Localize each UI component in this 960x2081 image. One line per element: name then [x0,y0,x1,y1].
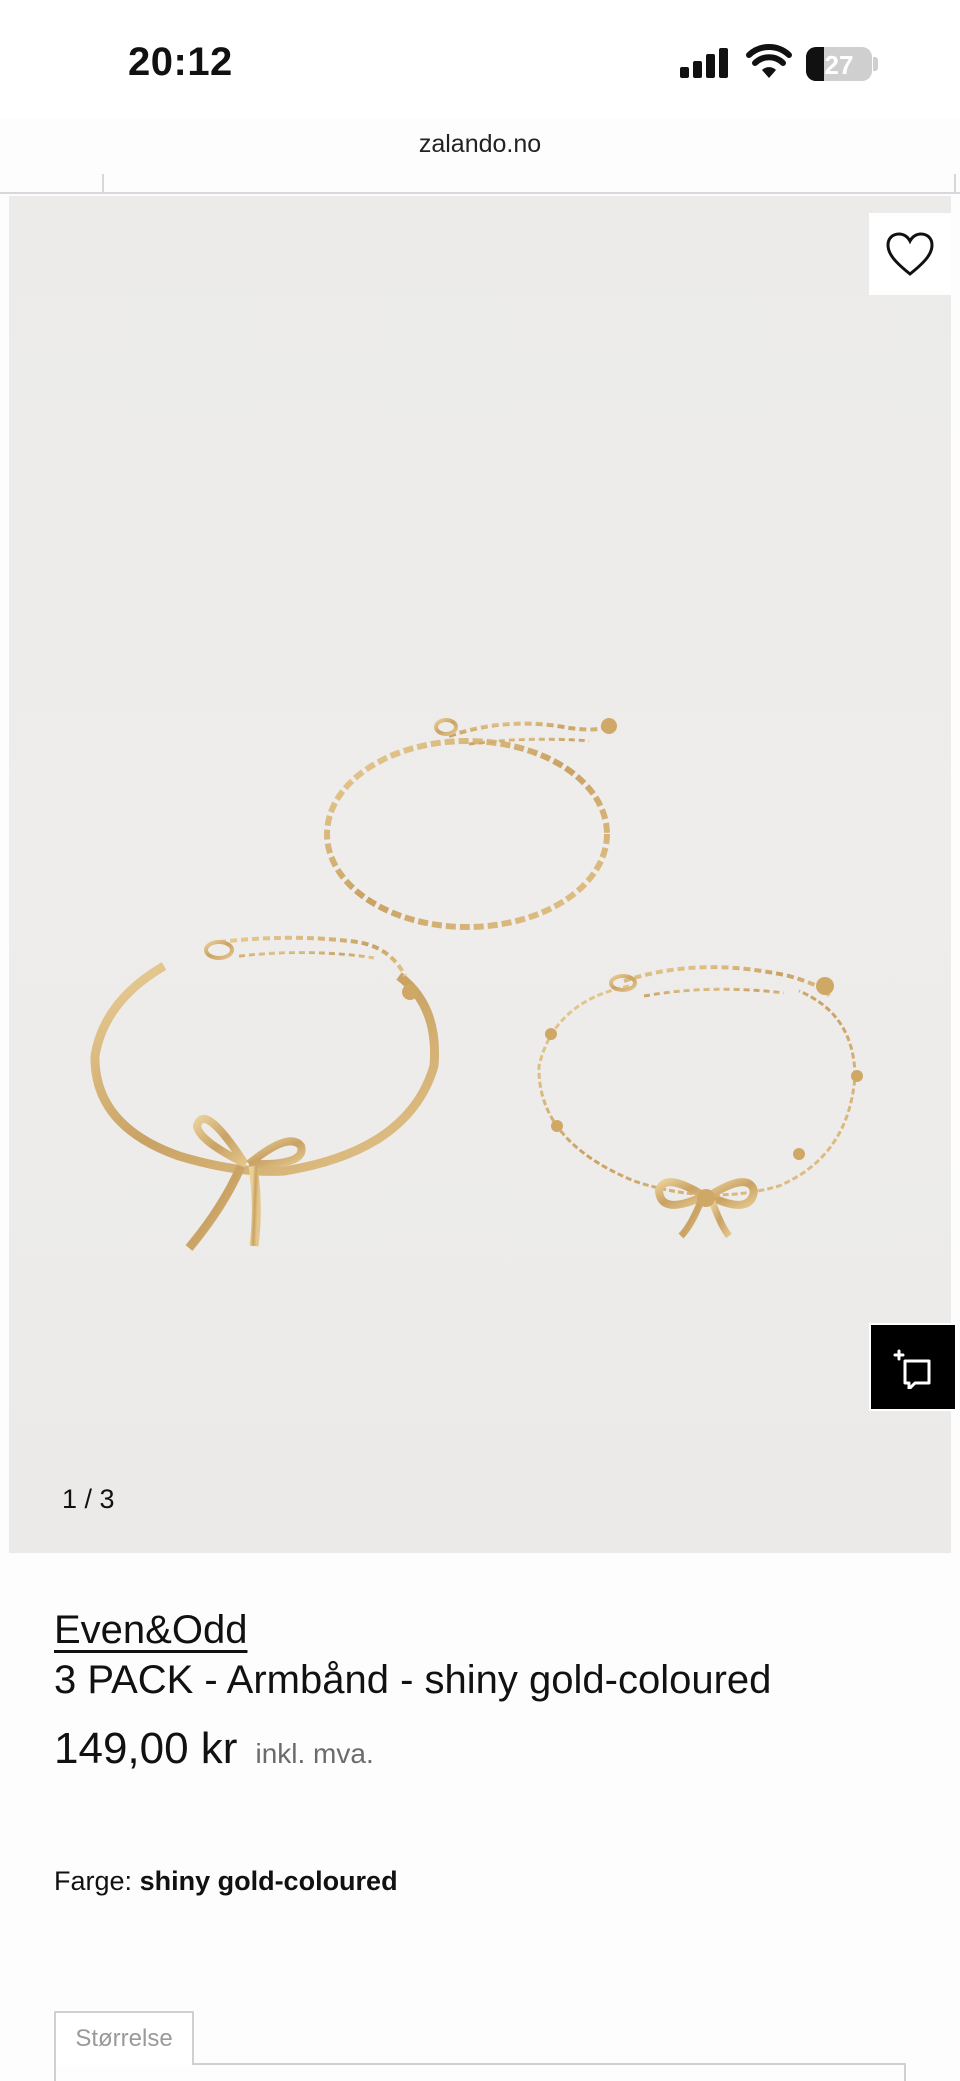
find-similar-icon [893,1349,931,1389]
url-bar[interactable]: zalando.no [0,130,960,159]
bracelets-image [90,718,863,1251]
wifi-icon [746,44,792,78]
snake-bow-bracelet [90,935,440,1251]
signal-icon [680,48,730,78]
status-bar: 20:12 27 [0,0,960,118]
battery-cap [873,57,878,71]
bead-bow-bracelet [537,965,863,1239]
color-value: shiny gold-coloured [139,1866,398,1896]
price: 149,00 kr [54,1724,238,1773]
image-counter: 1 / 3 [62,1484,115,1514]
nav-cell-menu[interactable] [0,174,104,194]
vat-note: inkl. mva. [255,1738,374,1769]
color-row: Farge: shiny gold-coloured [54,1866,398,1897]
figaro-bracelet [324,718,617,930]
product-title: 3 PACK - Armbånd - shiny gold-coloured [54,1658,772,1702]
battery-percent: 27 [824,50,854,80]
heart-icon [886,232,934,276]
nav-cell-search[interactable] [104,174,956,194]
size-label: Størrelse [54,2011,194,2065]
find-similar-button[interactable] [869,1323,957,1411]
battery-icon: 27 [806,47,872,81]
nav-bar-edge [0,174,960,194]
price-row: 149,00 kr inkl. mva. [54,1724,374,1774]
product-image[interactable] [9,196,951,1553]
wishlist-button[interactable] [869,213,951,295]
status-time: 20:12 [128,40,233,84]
product-page: 20:12 27 zalando.no 1 / 3 Even&Odd 3 PAC… [0,0,960,2081]
size-select[interactable] [54,2063,906,2081]
color-label: Farge: [54,1866,133,1896]
brand-link[interactable]: Even&Odd [54,1608,247,1653]
